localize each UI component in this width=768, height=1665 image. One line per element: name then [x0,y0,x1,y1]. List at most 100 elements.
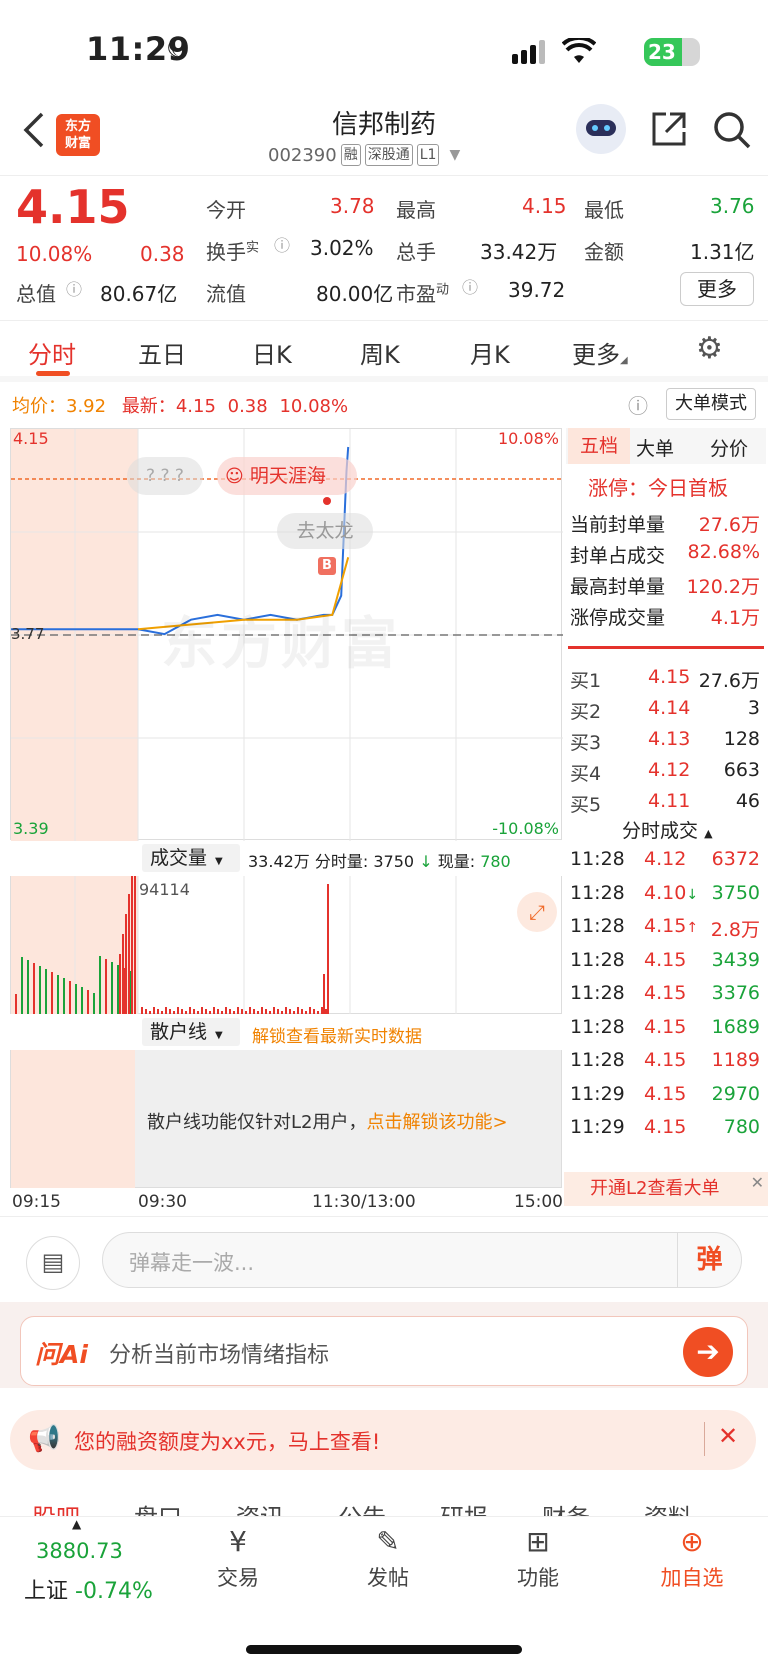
grid-icon: ⊞ [526,1525,550,1558]
volume-bar [297,1007,299,1014]
bottom-tab[interactable]: 盘口 [134,1498,182,1518]
tab-intraday[interactable]: 分时 [28,335,76,370]
bottom-tab[interactable]: 资料 [644,1498,692,1518]
index-info[interactable]: 上证 -0.74% [24,1573,153,1605]
volume-bar [63,978,65,1014]
unlock-link[interactable]: 点击解锁该功能> [366,1112,507,1133]
change-pct: 10.08% [16,242,93,266]
info-icon[interactable]: ⓘ [66,276,82,300]
expand-icon[interactable]: ⤢ [517,892,557,932]
danmu-input[interactable]: 弹幕走一波... 弹 [102,1232,742,1288]
danmu-bubble[interactable]: ☺ 明天涯海 [217,457,357,495]
danmu-bubble[interactable]: ? ? ? [127,457,203,495]
l2-banner[interactable]: 开通L2查看大单 ✕ [564,1172,768,1206]
battery-icon: 23 [644,38,700,66]
search-icon[interactable] [712,110,752,150]
info-icon[interactable]: ⓘ [462,274,478,298]
ai-bar[interactable]: 问Ai 分析当前市场情绪指标 ➔ [20,1316,748,1386]
low-label: 最低 [584,198,624,222]
chevron-down-icon[interactable]: ▼ [449,147,460,163]
index-value[interactable]: 3880.73 [36,1539,123,1563]
nav-post[interactable]: ✎ 发帖 [358,1525,418,1592]
volume-bar [285,1007,287,1014]
volume-bar [122,934,124,1014]
robot-avatar-icon[interactable] [576,104,626,154]
volume-bar [99,956,101,1014]
stock-code: 002390 [268,144,337,166]
tab-big-orders[interactable]: 大单 [636,434,674,461]
arrow-right-icon[interactable]: ➔ [683,1327,733,1377]
tab-more[interactable]: 更多◢ [572,335,628,370]
danmu-settings-icon[interactable]: ▤ [26,1236,80,1290]
volume-chart[interactable]: 94114 ⤢ [10,876,562,1014]
wifi-icon [562,38,596,63]
pct-bottom-label: -10.08% [492,819,559,838]
share-icon[interactable] [650,110,688,148]
bottom-tabs: 股吧 盘口 资讯 公告 研报 财务 资料 [0,1490,768,1518]
caret-up-icon: ▲ [72,1517,82,1531]
volume-bar [237,1007,239,1014]
intraday-chart[interactable]: 东方财富 4.15 3.39 3.77 10.08% -10.08% ? ? ?… [10,428,563,841]
volume-label: 总手 [396,240,436,264]
retail-select[interactable]: 散户线 ▼ [142,1018,240,1046]
tab-price-dist[interactable]: 分价 [710,434,748,461]
nav-trade[interactable]: ¥ 交易 [208,1525,268,1592]
x-axis: 09:15 09:30 11:30/13:00 15:00 [10,1192,563,1216]
high-value: 4.15 [522,194,567,218]
last-price: 4.15 [16,180,130,234]
volume-bar [111,962,113,1014]
danmu-send-button[interactable]: 弹 [677,1233,741,1287]
tab-monthly-k[interactable]: 月K [470,335,510,370]
mcap-value: 80.67亿 [100,282,178,306]
bottom-tab[interactable]: 资讯 [236,1498,284,1518]
add-circle-icon: ⊕ [680,1525,704,1558]
tab-five-levels[interactable]: 五档 [568,428,630,464]
notice-bar[interactable]: 📢 您的融资额度为xx元，马上查看! ✕ [10,1410,756,1470]
pct-top-label: 10.08% [497,429,559,448]
volume-bar [105,959,107,1014]
close-icon[interactable]: ✕ [751,1166,764,1200]
down-arrow-icon: ↓ [419,852,433,871]
volume-select[interactable]: 成交量 ▼ [142,844,240,872]
buy-marker[interactable]: B [318,557,336,575]
stock-code-row: 002390 融 深股通 L1 ▼ [268,144,460,166]
close-icon[interactable]: ✕ [718,1422,738,1450]
volume-bar [21,957,23,1014]
info-icon[interactable]: ⓘ [274,232,290,256]
home-indicator [246,1645,522,1654]
settings-icon[interactable]: ⚙ [696,331,723,366]
y-bottom-label: 3.39 [13,819,49,838]
chart-tabs: 分时 五日 日K 周K 月K 更多◢ ⚙ [0,320,768,376]
tag-margin: 融 [340,144,361,166]
help-icon[interactable]: ⓘ [628,390,648,419]
volume-bar [134,876,136,1014]
volume-bar [93,993,95,1014]
bottom-tab[interactable]: 公告 [338,1498,386,1518]
danmu-bubble[interactable]: 去太龙 [277,513,373,549]
volume-bar [87,990,89,1014]
tab-daily-k[interactable]: 日K [252,335,292,370]
unlock-hint[interactable]: 解锁查看最新实时数据 [252,1022,422,1047]
chart-info-line: 均价：3.92 最新：4.15 0.38 10.08% [12,396,349,417]
tab-weekly-k[interactable]: 周K [360,335,400,370]
nav-function[interactable]: ⊞ 功能 [508,1525,568,1592]
amount-label: 金额 [584,240,624,264]
volume-header: 成交量 ▼ 33.42万 分时量: 3750 ↓ 现量: 780 [10,840,562,876]
nav-add-watchlist[interactable]: ⊕ 加自选 [652,1525,732,1592]
tick-title[interactable]: 分时成交 ▲ [622,816,713,843]
x-tick: 09:15 [12,1192,61,1212]
bottom-tab[interactable]: 股吧 [32,1498,80,1518]
mcap-label: 总值 [16,282,56,306]
bottom-tab[interactable]: 研报 [440,1498,488,1518]
volume-bar [81,987,83,1014]
volume-bar [213,1007,215,1014]
low-value: 3.76 [710,194,755,218]
more-button[interactable]: 更多 [680,272,754,306]
tab-5day[interactable]: 五日 [138,335,186,370]
big-order-mode-button[interactable]: 大单模式 [666,388,756,420]
amount-value: 1.31亿 [690,240,755,264]
retail-chart: 散户线功能仅针对L2用户，点击解锁该功能> [10,1050,562,1188]
bottom-tab[interactable]: 财务 [542,1498,590,1518]
y-mid-label: 3.77 [11,625,45,643]
x-tick: 09:30 [138,1192,187,1212]
